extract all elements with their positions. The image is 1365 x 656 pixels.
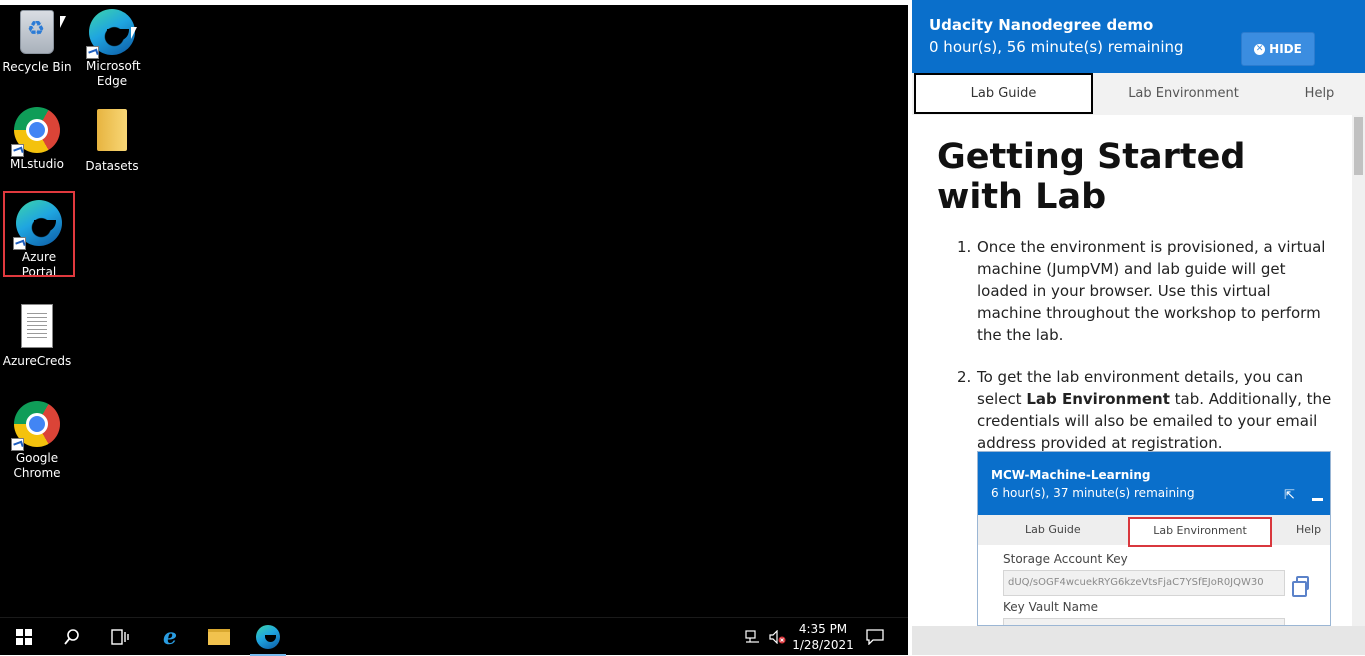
embedded-screenshot: MCW-Machine-Learning 6 hour(s), 37 minut… (977, 451, 1331, 626)
storage-key-label: Storage Account Key (1003, 552, 1128, 566)
internet-explorer-icon: e (163, 624, 177, 650)
search-icon (64, 629, 79, 645)
tab-label: Lab Guide (970, 86, 1037, 101)
text-document-icon (21, 304, 53, 348)
taskbar-file-explorer[interactable] (195, 618, 243, 656)
desktop-icon-label: MLstudio (10, 157, 64, 171)
task-view-icon (111, 629, 129, 645)
step-text: Once the environment is provisioned, a v… (977, 238, 1326, 344)
lab-panel: Udacity Nanodegree demo 0 hour(s), 56 mi… (912, 0, 1365, 626)
desktop: Recycle Bin Microsoft Edge MLstudio Data… (0, 5, 908, 617)
tab-lab-guide[interactable]: Lab Guide (914, 73, 1093, 114)
start-button[interactable] (0, 618, 48, 656)
mouse-cursor-icon (131, 27, 137, 39)
embedded-tabs: Lab Guide Lab Environment Help (978, 515, 1330, 547)
step-number: 2. (957, 368, 972, 386)
hide-button[interactable]: ✕ HIDE (1241, 32, 1315, 66)
key-vault-value (1003, 618, 1285, 625)
desktop-icon-azurecreds[interactable]: AzureCreds (1, 302, 73, 369)
embedded-tab-lab-guide: Lab Guide (1025, 523, 1081, 536)
lab-scrollbar[interactable] (1352, 115, 1365, 626)
embedded-header: MCW-Machine-Learning 6 hour(s), 37 minut… (978, 452, 1330, 515)
shortcut-arrow-icon (13, 237, 26, 250)
page-title: Getting Started with Lab (937, 137, 1246, 217)
desktop-icon-datasets[interactable]: Datasets (76, 106, 148, 174)
lab-tabs: Lab Guide Lab Environment Help (912, 73, 1365, 115)
clock-time: 4:35 PM (798, 622, 848, 636)
key-vault-label: Key Vault Name (1003, 600, 1099, 614)
desktop-icon-label: Google Chrome (13, 451, 61, 480)
desktop-icon-label: Microsoft Edge (86, 59, 141, 88)
scrollbar-thumb[interactable] (1354, 117, 1363, 175)
list-item: 2. To get the lab environment details, y… (957, 366, 1337, 454)
close-circle-icon: ✕ (1254, 43, 1266, 55)
desktop-icon-google-chrome[interactable]: Google Chrome (1, 400, 73, 481)
shortcut-arrow-icon (86, 46, 99, 59)
panel-bottom-strip (912, 626, 1365, 655)
desktop-icon-label: Recycle Bin (2, 60, 72, 74)
embedded-remaining: 6 hour(s), 37 minute(s) remaining (991, 486, 1195, 500)
embedded-tab-lab-environment: Lab Environment (1128, 517, 1272, 547)
desktop-icon-label: AzureCreds (2, 354, 72, 368)
lab-header: Udacity Nanodegree demo 0 hour(s), 56 mi… (912, 0, 1365, 73)
lab-time-remaining: 0 hour(s), 56 minute(s) remaining (929, 38, 1184, 56)
embedded-tab-help: Help (1296, 523, 1322, 536)
embedded-body: Storage Account Key dUQ/sOGF4wcuekRYG6kz… (1003, 552, 1313, 625)
shortcut-arrow-icon (11, 144, 24, 157)
network-icon[interactable] (745, 630, 761, 644)
file-explorer-icon (208, 629, 230, 645)
tab-help[interactable]: Help (1274, 73, 1365, 114)
steps-list: 1. Once the environment is provisioned, … (957, 236, 1337, 474)
notification-icon (866, 629, 884, 645)
mouse-cursor-icon (60, 16, 66, 28)
system-tray (745, 618, 787, 656)
desktop-icon-microsoft-edge[interactable]: Microsoft Edge (76, 8, 148, 89)
lab-guide-content: Getting Started with Lab 1. Once the env… (912, 115, 1352, 626)
storage-key-value: dUQ/sOGF4wcuekRYG6kzeVtsFjaC7YSfEJoR0JQW… (1003, 570, 1285, 596)
copy-icon (1292, 576, 1309, 597)
taskbar-edge[interactable] (244, 618, 292, 656)
taskbar-internet-explorer[interactable]: e (146, 618, 194, 656)
recycle-bin-icon (20, 10, 54, 54)
minimize-icon (1312, 498, 1323, 501)
taskbar-clock[interactable]: 4:35 PM 1/28/2021 (790, 621, 856, 653)
edge-icon (256, 625, 280, 649)
tab-lab-environment[interactable]: Lab Environment (1093, 73, 1274, 114)
desktop-icon-azure-portal[interactable]: Azure Portal (3, 191, 75, 279)
step-number: 1. (957, 238, 972, 256)
search-button[interactable] (48, 618, 96, 656)
desktop-icon-mlstudio[interactable]: MLstudio (1, 106, 73, 172)
task-view-button[interactable] (96, 618, 144, 656)
volume-muted-icon[interactable] (769, 630, 787, 644)
external-link-icon: ⇱ (1284, 488, 1295, 503)
hide-button-label: HIDE (1269, 42, 1302, 56)
desktop-icon-label: Azure Portal (21, 250, 57, 279)
desktop-icon-label: Datasets (85, 159, 139, 173)
taskbar: e 4:35 PM 1/28/2021 (0, 617, 908, 656)
tab-label: Lab Environment (1128, 86, 1239, 101)
tab-label: Help (1304, 86, 1335, 101)
clock-date: 1/28/2021 (792, 638, 854, 652)
action-center-button[interactable] (851, 618, 899, 656)
embedded-title: MCW-Machine-Learning (991, 468, 1151, 482)
start-icon (16, 629, 32, 645)
step-bold-text: Lab Environment (1026, 390, 1170, 408)
shortcut-arrow-icon (11, 438, 24, 451)
lab-title: Udacity Nanodegree demo (929, 16, 1154, 34)
folder-icon (97, 109, 127, 151)
list-item: 1. Once the environment is provisioned, … (957, 236, 1337, 346)
